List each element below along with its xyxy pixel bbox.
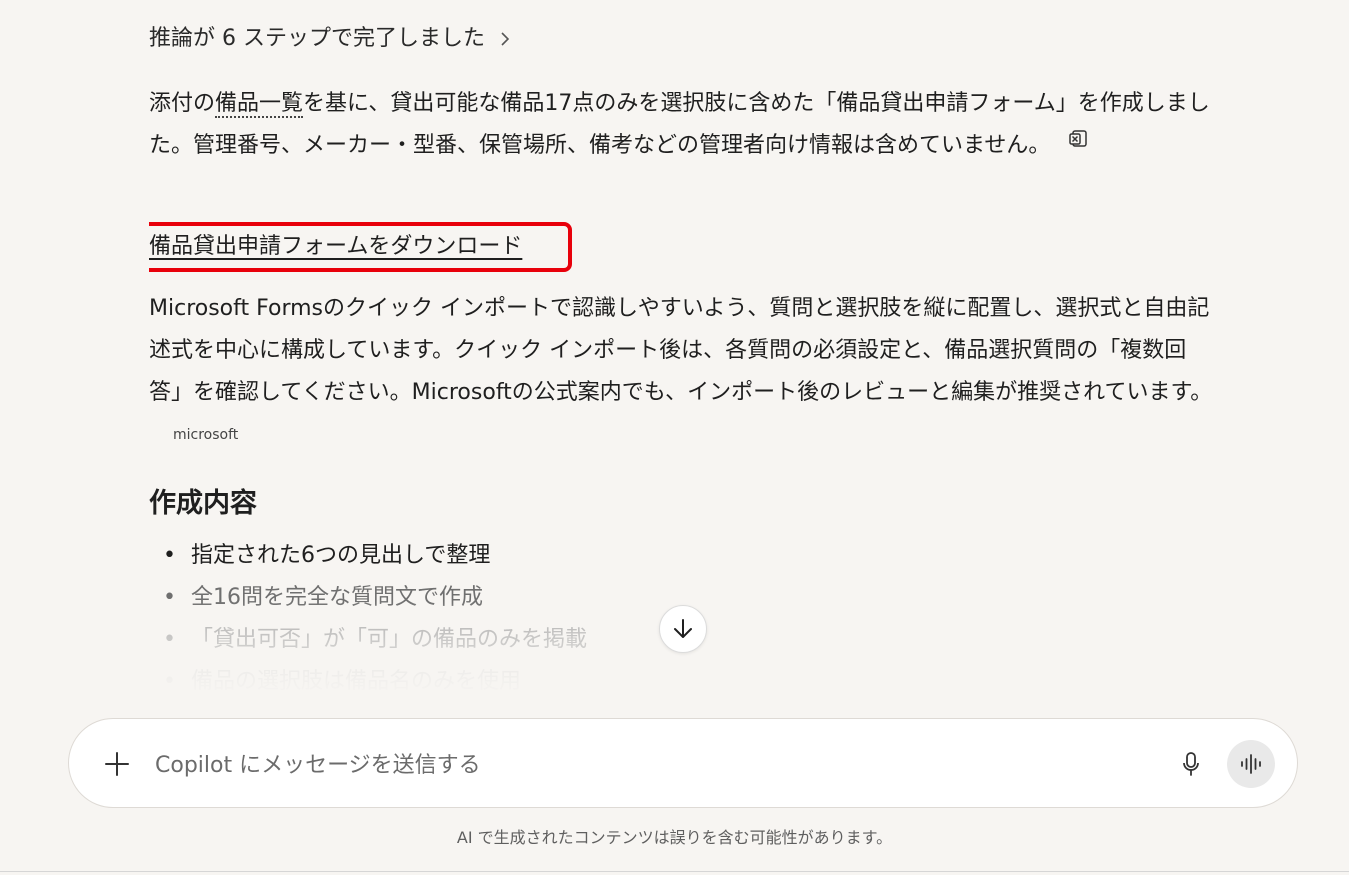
response-paragraph-1: 添付の備品一覧を基に、貸出可能な備品17点のみを選択肢に含めた「備品貸出申請フォ… xyxy=(149,83,1214,167)
list-item: 「貸出可否」が「可」の備品のみを掲載 xyxy=(149,619,587,661)
excel-file-icon[interactable] xyxy=(1068,122,1088,164)
arrow-down-icon xyxy=(672,617,694,641)
response-paragraph-2: Microsoft Formsのクイック インポートで認識しやすいよう、質問と選… xyxy=(149,288,1214,456)
list-item: 備品の選択肢は備品名のみを使用 xyxy=(149,661,587,700)
section-title: 作成内容 xyxy=(149,488,257,519)
attachment-reference-link[interactable]: 備品一覧 xyxy=(215,91,304,118)
chevron-right-icon xyxy=(499,31,511,47)
bottom-divider xyxy=(0,871,1349,872)
message-input[interactable] xyxy=(153,743,1137,787)
ai-disclaimer: AI で生成されたコンテンツは誤りを含む可能性があります。 xyxy=(456,828,893,847)
add-attachment-button[interactable] xyxy=(99,746,135,782)
reasoning-summary-toggle[interactable]: 推論が 6 ステップで完了しました xyxy=(149,24,511,54)
voice-wave-icon xyxy=(1239,752,1263,776)
plus-icon xyxy=(104,751,130,777)
list-item: 指定された6つの見出しで整理 xyxy=(149,535,587,577)
content-bullet-list: 指定された6つの見出しで整理 全16問を完全な質問文で作成 「貸出可否」が「可」… xyxy=(149,535,587,700)
para1-text: を基に、貸出可能な備品17点のみを選択肢に含めた「備品貸出申請フォーム」を作成し… xyxy=(149,91,1210,158)
microphone-icon xyxy=(1181,751,1201,777)
chat-message-area: 推論が 6 ステップで完了しました 添付の備品一覧を基に、貸出可能な備品17点の… xyxy=(149,0,1219,700)
list-item: 全16問を完全な質問文で作成 xyxy=(149,577,587,619)
message-composer xyxy=(68,718,1298,808)
voice-mode-button[interactable] xyxy=(1227,740,1275,788)
para2-text: Microsoft Formsのクイック インポートで認識しやすいよう、質問と選… xyxy=(149,296,1213,405)
source-citation-chip[interactable]: microsoft xyxy=(173,427,238,443)
scroll-to-bottom-button[interactable] xyxy=(659,605,707,653)
reasoning-summary-label: 推論が 6 ステップで完了しました xyxy=(149,26,485,51)
microphone-button[interactable] xyxy=(1173,746,1209,782)
download-form-link[interactable]: 備品貸出申請フォームをダウンロード xyxy=(149,231,522,263)
para1-prefix: 添付の xyxy=(149,91,216,116)
